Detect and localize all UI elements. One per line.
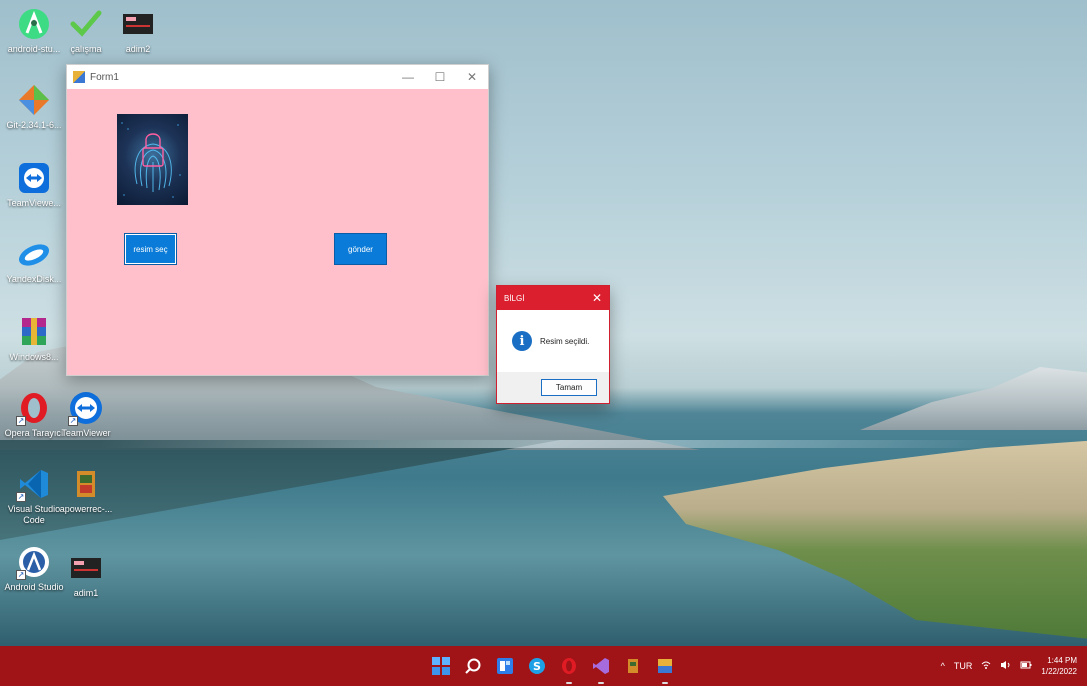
shortcut-arrow-icon: ↗ (16, 416, 26, 426)
shortcut-arrow-icon: ↗ (16, 492, 26, 502)
shortcut-arrow-icon: ↗ (16, 570, 26, 580)
messagebox-body: i Resim seçildi. (497, 310, 609, 372)
android-studio-icon: ↗ (16, 544, 52, 580)
teamviewer-icon (16, 160, 52, 196)
yandex-disk-icon (16, 236, 52, 272)
app-thumbnail-icon (68, 550, 104, 586)
wallpaper-mountain-right (860, 367, 1087, 430)
teamviewer-icon: ↗ (68, 390, 104, 426)
opera-icon[interactable] (558, 655, 580, 684)
app-thumbnail-icon (120, 6, 156, 42)
desktop-icon-yandex-disk[interactable]: YandexDisk... (2, 236, 66, 285)
messagebox-footer: Tamam (497, 372, 609, 403)
send-button[interactable]: gönder (334, 233, 387, 265)
wallpaper-water (100, 440, 1000, 448)
messagebox-message: Resim seçildi. (540, 336, 590, 346)
desktop-icon-winrar[interactable]: Windows8... (2, 314, 66, 363)
vscode-icon: ↗ (16, 466, 52, 502)
android-studio-icon (16, 6, 52, 42)
system-tray: ^ TUR 1:44 PM 1/22/2022 (941, 646, 1077, 686)
winforms-app-icon (73, 71, 85, 83)
winrar-icon (16, 314, 52, 350)
ok-button[interactable]: Tamam (541, 379, 597, 396)
minimize-button[interactable]: — (392, 70, 424, 84)
desktop-icon-git[interactable]: Git-2.34.1-6... (2, 82, 66, 131)
opera-icon: ↗ (16, 390, 52, 426)
messagebox-title: BİLGİ (504, 293, 525, 303)
fingerprint-lock-image (121, 122, 181, 198)
battery-icon[interactable] (1020, 660, 1032, 672)
apowerrec-icon (68, 466, 104, 502)
git-icon (16, 82, 52, 118)
messagebox-titlebar[interactable]: BİLGİ ✕ (497, 286, 609, 310)
close-button[interactable]: ✕ (456, 70, 488, 84)
desktop-icon-teamviewer[interactable]: ↗ TeamViewer (54, 390, 118, 439)
clock-date: 1/22/2022 (1041, 667, 1077, 676)
start-icon[interactable] (430, 655, 452, 677)
select-image-button[interactable]: resim seç (124, 233, 177, 265)
search-icon[interactable] (462, 655, 484, 677)
desktop-icon-teamviewer-setup[interactable]: TeamViewe... (2, 160, 66, 209)
clock[interactable]: 1:44 PM 1/22/2022 (1041, 655, 1077, 677)
form1-window[interactable]: Form1 — ☐ ✕ resim seç gönder (66, 64, 489, 376)
language-indicator[interactable]: TUR (954, 661, 973, 671)
visual-studio-icon[interactable] (590, 655, 612, 684)
maximize-button[interactable]: ☐ (424, 70, 456, 84)
wallpaper-grass (663, 440, 1087, 640)
winforms-app-icon[interactable] (654, 655, 676, 684)
info-icon: i (512, 331, 532, 351)
desktop-icon-apowerrec[interactable]: apowerrec-... (54, 466, 118, 515)
svg-text:S: S (533, 660, 541, 673)
widgets-icon[interactable] (494, 655, 516, 677)
wifi-icon[interactable] (981, 660, 991, 672)
apowerrec-icon[interactable] (622, 655, 644, 677)
volume-icon[interactable] (1000, 660, 1011, 672)
clock-time: 1:44 PM (1047, 656, 1077, 665)
desktop-icon-adim1[interactable]: adim1 (54, 550, 118, 599)
selected-image-picturebox (117, 114, 188, 205)
messagebox-close-button[interactable]: ✕ (585, 291, 609, 305)
shortcut-arrow-icon: ↗ (68, 416, 78, 426)
desktop-icon-adim2[interactable]: adim2 (106, 6, 170, 55)
form1-titlebar[interactable]: Form1 — ☐ ✕ (67, 65, 488, 89)
tray-chevron-icon[interactable]: ^ (941, 661, 945, 671)
form1-title: Form1 (90, 71, 119, 83)
taskbar-apps: S (430, 646, 676, 686)
info-messagebox[interactable]: BİLGİ ✕ i Resim seçildi. Tamam (496, 285, 610, 404)
taskbar: S ^ TUR 1:44 PM 1/22/2022 (0, 646, 1087, 686)
skype-icon[interactable]: S (526, 655, 548, 677)
checkmark-icon (68, 6, 104, 42)
